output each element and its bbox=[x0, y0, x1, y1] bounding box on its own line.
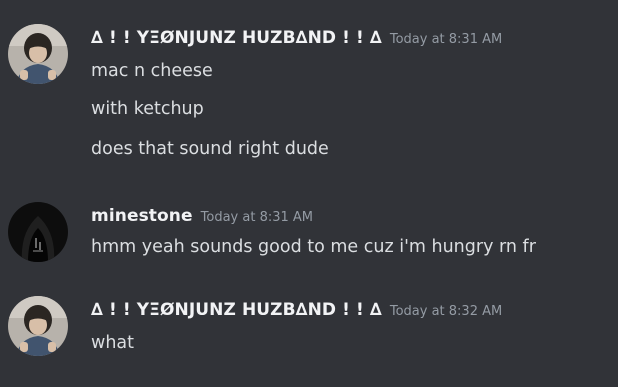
user-avatar[interactable] bbox=[8, 296, 68, 356]
message-text: with ketchup bbox=[91, 99, 204, 119]
author-name[interactable]: minestone bbox=[91, 206, 193, 226]
message-header: ∆ ! ! YΞØNJUNZ HUZB∆ND ! ! ∆ Today at 8:3… bbox=[91, 26, 502, 52]
user-avatar[interactable] bbox=[8, 24, 68, 84]
user-avatar-photo-icon bbox=[8, 296, 68, 356]
message-header: ∆ ! ! YΞØNJUNZ HUZB∆ND ! ! ∆ Today at 8:3… bbox=[91, 298, 502, 324]
author-name[interactable]: ∆ ! ! YΞØNJUNZ HUZB∆ND ! ! ∆ bbox=[91, 28, 382, 48]
chat-messages: ∆ ! ! YΞØNJUNZ HUZB∆ND ! ! ∆ Today at 8:3… bbox=[0, 0, 618, 387]
message-text: what bbox=[91, 333, 134, 353]
message-timestamp: Today at 8:31 AM bbox=[200, 210, 314, 225]
message-timestamp: Today at 8:32 AM bbox=[389, 304, 503, 319]
user-avatar-photo-icon bbox=[8, 24, 68, 84]
author-name[interactable]: ∆ ! ! YΞØNJUNZ HUZB∆ND ! ! ∆ bbox=[91, 300, 382, 320]
message-text: mac n cheese bbox=[91, 61, 213, 81]
message-header: minestone Today at 8:31 AM bbox=[91, 204, 313, 230]
message-timestamp: Today at 8:31 AM bbox=[389, 32, 503, 47]
hooded-figure-avatar-icon bbox=[8, 202, 68, 262]
message-text: does that sound right dude bbox=[91, 139, 329, 159]
message-text: hmm yeah sounds good to me cuz i'm hungr… bbox=[91, 237, 536, 257]
user-avatar[interactable] bbox=[8, 202, 68, 262]
